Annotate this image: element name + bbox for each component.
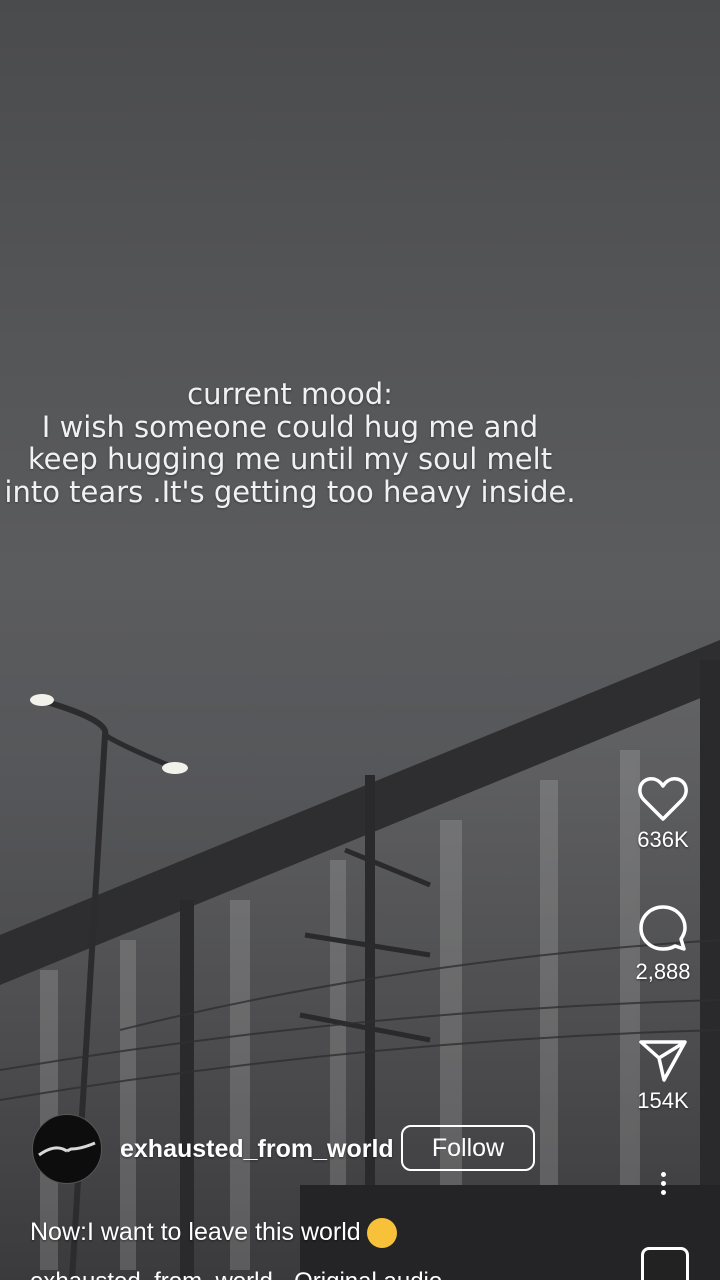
comment-button[interactable]: 2,888 — [620, 903, 706, 985]
send-icon — [639, 1040, 687, 1082]
like-button[interactable]: 636K — [620, 775, 706, 853]
overlay-line-1: current mood: — [187, 377, 393, 411]
author-row: exhausted_from_world — [32, 1114, 394, 1184]
caption-text: Now:I want to leave this world — [30, 1218, 361, 1246]
comment-count: 2,888 — [635, 959, 691, 984]
avatar[interactable] — [32, 1114, 102, 1184]
heart-icon — [638, 777, 688, 821]
comment-bubble-icon — [639, 905, 687, 951]
overlay-line-2: I wish someone could hug me and — [41, 409, 539, 444]
more-vertical-icon — [653, 1172, 673, 1195]
more-options-button[interactable] — [653, 1168, 673, 1208]
reel-screen[interactable]: current mood: I wish someone could hug m… — [0, 0, 720, 1280]
video-overlay-text: current mood: I wish someone could hug m… — [0, 378, 580, 508]
avatar-image — [38, 1141, 96, 1157]
audio-info[interactable]: exhausted_from_world · Original audio — [30, 1268, 442, 1280]
follow-button[interactable]: Follow — [401, 1125, 535, 1171]
overlay-line-4: into tears .It's getting too heavy insid… — [4, 474, 576, 509]
audio-thumbnail[interactable] — [641, 1247, 689, 1280]
caption[interactable]: Now:I want to leave this world — [30, 1218, 397, 1249]
share-count: 154K — [637, 1088, 689, 1113]
share-button[interactable]: 154K — [620, 1036, 706, 1114]
crying-face-emoji — [366, 1218, 397, 1249]
like-count: 636K — [637, 827, 689, 852]
overlay-line-3: keep hugging me until my soul melt — [27, 442, 553, 476]
author-username[interactable]: exhausted_from_world — [120, 1135, 394, 1164]
background-video-frame — [0, 640, 720, 1280]
